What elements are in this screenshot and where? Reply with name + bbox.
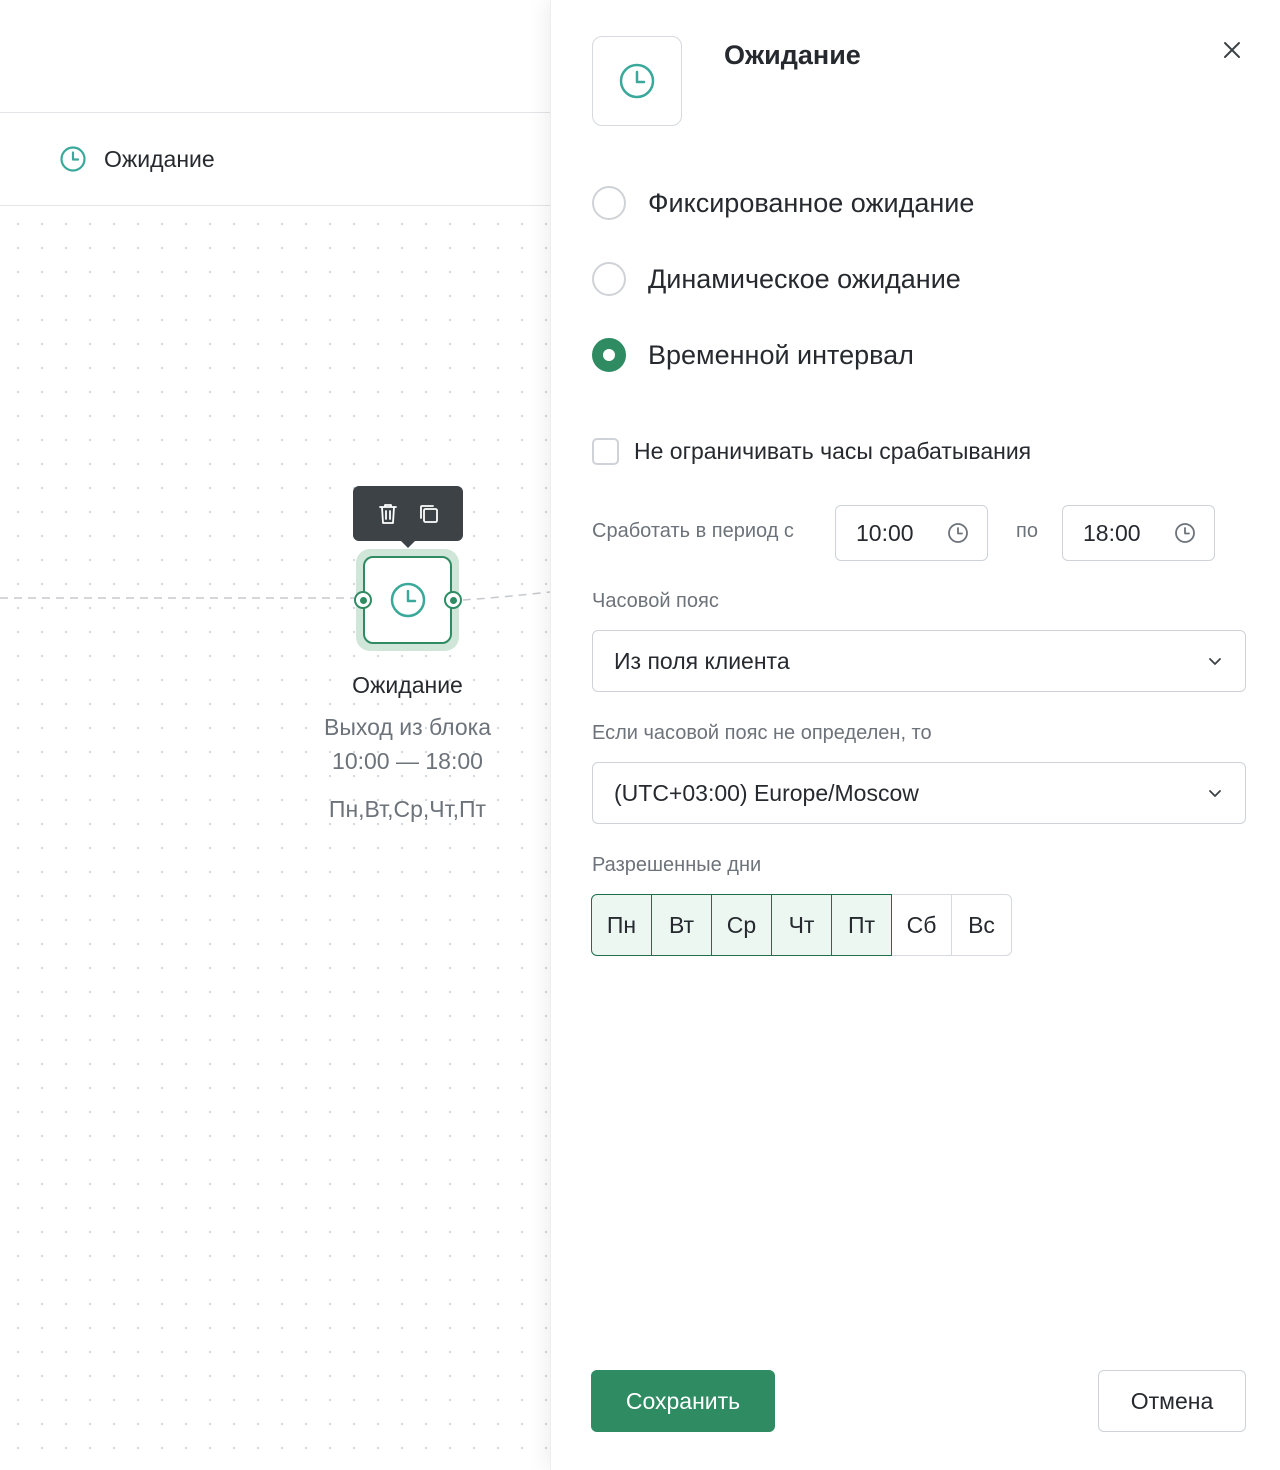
save-button[interactable]: Сохранить: [591, 1370, 775, 1432]
period-from-input[interactable]: 10:00: [835, 505, 988, 561]
unlimited-hours-checkbox-row[interactable]: Не ограничивать часы срабатывания: [592, 438, 1031, 465]
day-toggle-mon[interactable]: Пн: [591, 894, 652, 956]
chevron-down-icon: [1209, 790, 1221, 797]
allowed-days-label: Разрешенные дни: [592, 854, 762, 876]
close-icon: [1224, 42, 1240, 58]
node-days: Пн,Вт,Ср,Чт,Пт: [328, 796, 487, 822]
panel-title: Ожидание: [724, 40, 861, 70]
copy-icon: [419, 504, 438, 523]
clock-icon: [619, 63, 655, 99]
period-label: Сработать в период с: [592, 520, 794, 542]
node-input-port[interactable]: [354, 591, 372, 609]
flow-canvas: Ожидание Ожидание Выход из блока 10:00 —…: [0, 0, 550, 1470]
fallback-timezone-value: (UTC+03:00) Europe/Moscow: [614, 779, 919, 806]
timezone-value: Из поля клиента: [614, 647, 790, 674]
node-subtitle: Выход из блока: [324, 714, 491, 740]
day-toggle-sun[interactable]: Вс: [951, 894, 1012, 956]
panel-block-icon: [592, 36, 682, 126]
period-to-input[interactable]: 18:00: [1062, 505, 1215, 561]
day-toggle-tue[interactable]: Вт: [651, 894, 712, 956]
wait-node-body: [363, 556, 452, 644]
trash-icon: [378, 503, 397, 524]
node-output-port[interactable]: [444, 591, 462, 609]
radio-label: Временной интервал: [648, 339, 914, 370]
chevron-down-icon: [1209, 658, 1221, 665]
close-button[interactable]: [1218, 36, 1246, 64]
node-title: Ожидание: [352, 672, 463, 698]
radio-label: Динамическое ожидание: [648, 263, 961, 294]
radio-time-interval[interactable]: Временной интервал: [592, 338, 914, 372]
period-from-value: 10:00: [856, 519, 914, 546]
duplicate-button[interactable]: [415, 500, 443, 528]
day-toggle-thu[interactable]: Чт: [771, 894, 832, 956]
clock-icon: [390, 582, 425, 618]
radio-button[interactable]: [592, 186, 626, 220]
fallback-timezone-label: Если часовой пояс не определен, то: [592, 722, 932, 744]
unlimited-hours-checkbox[interactable]: [592, 438, 619, 465]
unlimited-hours-label: Не ограничивать часы срабатывания: [634, 438, 1032, 464]
radio-label: Фиксированное ожидание: [648, 187, 975, 218]
timezone-select[interactable]: Из поля клиента: [592, 630, 1246, 692]
delete-button[interactable]: [374, 500, 402, 528]
clock-icon: [948, 523, 968, 543]
radio-button-checked[interactable]: [592, 338, 626, 372]
day-toggle-sat[interactable]: Сб: [891, 894, 952, 956]
clock-icon: [1175, 523, 1195, 543]
node-toolbar: [353, 486, 463, 548]
settings-panel: Ожидание Фиксированное ожидание Динамиче…: [550, 0, 1280, 1470]
node-time-range: 10:00 — 18:00: [332, 748, 483, 774]
radio-button[interactable]: [592, 262, 626, 296]
cancel-button[interactable]: Отмена: [1098, 1370, 1246, 1432]
timezone-label: Часовой пояс: [592, 590, 719, 612]
day-toggle-fri[interactable]: Пт: [831, 894, 892, 956]
radio-fixed-wait[interactable]: Фиксированное ожидание: [592, 186, 974, 220]
period-to-value: 18:00: [1083, 519, 1141, 546]
allowed-days-group: Пн Вт Ср Чт Пт Сб Вс: [591, 894, 1012, 956]
fallback-timezone-select[interactable]: (UTC+03:00) Europe/Moscow: [592, 762, 1246, 824]
day-toggle-wed[interactable]: Ср: [711, 894, 772, 956]
radio-dynamic-wait[interactable]: Динамическое ожидание: [592, 262, 961, 296]
period-to-label: по: [1016, 520, 1038, 542]
